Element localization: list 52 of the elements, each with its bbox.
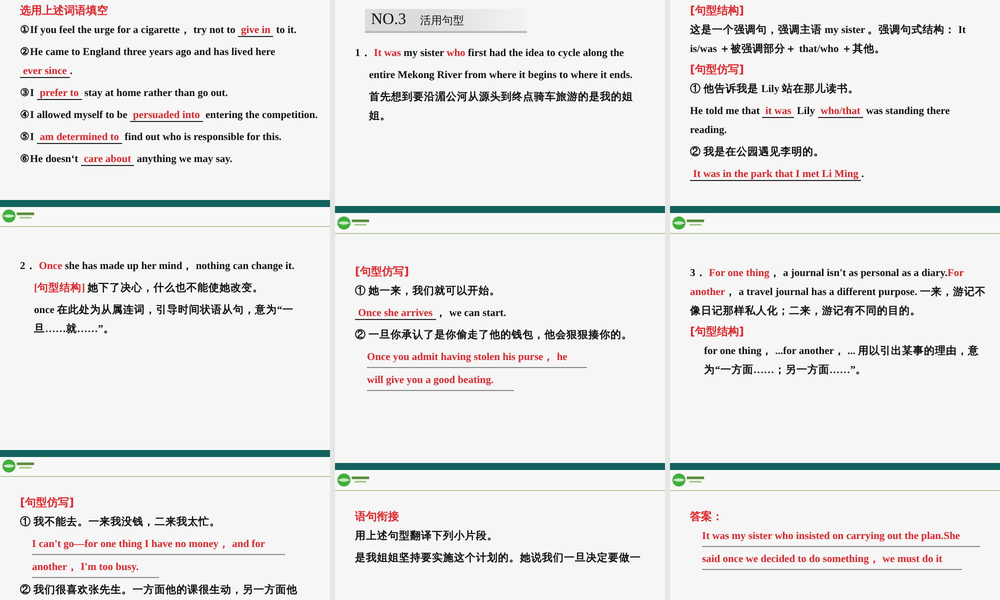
paragraph: 2． Once she has made up her mind， nothing can change it. (20, 260, 296, 274)
paragraph: ①If you feel the urge for a cigarette， try not to give in to it. (20, 24, 298, 39)
section-number: NO.3 (371, 11, 406, 29)
paragraph: ② 我是在公园遇见李明的。 (690, 145, 826, 160)
paragraph: ① 我不能去。一来我没钱，二来我太忙。 (20, 515, 222, 530)
paragraph: ② 我们很喜欢张先生。一方面他的课很生动，另一方面他 (20, 582, 299, 598)
paragraph: Once she arrives ， we can start. (355, 304, 653, 323)
paragraph: 这是一个强调句，强调主语 my sister 。强调句式结构： It is/was ＋被强调部分＋ that/who ＋其他。 (690, 22, 967, 57)
fill-in-line: am determined to (36, 132, 122, 144)
paragraph: ② 一旦你承认了是你偷走了他的钱包，他会狠狠揍你的。 (355, 328, 634, 343)
paragraph: 1． It was my sister who first had the idea to cycle along the (355, 47, 625, 61)
paragraph: [句型结构] 她下了决心，什么也不能使她改变。 (33, 280, 265, 296)
fill-in-line: it was (762, 106, 794, 118)
fill-in-line: who/that (818, 106, 864, 118)
answer-line: another， I'm too busy. (32, 558, 159, 578)
fill-in-line: care about (80, 154, 134, 166)
section-title: 活用句型 (420, 12, 464, 28)
paragraph: for one thing， ...for another， ... 用以引出某事的理由，意为“一方面……；另一方面……”。 (703, 344, 980, 378)
fill-in-line: persuaded into (130, 110, 203, 122)
heading: [句型结构] (690, 324, 746, 339)
paragraph: It was in the park that I met Li Ming . (690, 165, 988, 184)
fill-in-line: ever since (20, 66, 70, 78)
fill-in-line: prefer to (36, 88, 82, 100)
paragraph: 首先想到要沿湄公河从源头到终点骑车旅游的是我的姐姐。 (368, 90, 634, 124)
paragraph: once 在此处为从属连词，引导时间状语从句，意为“一旦……就……”。 (33, 303, 294, 337)
fill-in-line: It was in the park that I met Li Ming (690, 169, 862, 181)
paragraph: 是我姐姐坚持要实施这个计划的。她说我们一旦决定要做一 (355, 550, 642, 566)
paragraph: ②He came to England three years ago and has lived here ever since . (20, 46, 276, 80)
paragraph: ⑥He doesn‘t care about anything we may say. (20, 153, 234, 168)
heading: [句型仿写] (20, 494, 76, 510)
paragraph: ⑤I am determined to find out who is responsible for this. (20, 131, 283, 146)
answer-line: I can't go—for one thing I have no money， and for (32, 534, 286, 555)
heading: 选用上述词语填空 (20, 3, 109, 18)
paragraph: He told me that it was Lily who/that was standing there reading. (690, 105, 951, 138)
fill-in-line: Once she arrives (355, 308, 436, 320)
paragraph: ④I allowed myself to be persuaded into entering the competition. (20, 109, 318, 124)
paragraph: ① 她一来，我们就可以开始。 (355, 284, 502, 299)
answer-line: will give you a good beating. (367, 371, 514, 391)
paragraph: 用上述句型翻译下列小片段。 (355, 529, 499, 544)
answer-line: said once we decided to do something， we must do it (702, 550, 962, 570)
paragraph: entire Mekong River from where it begins to where it ends. (368, 69, 634, 83)
answer-line: It was my sister who insisted on carrying out the plan.She (702, 527, 980, 547)
paragraph: ① 他告诉我是 Lily 站在那儿读书。 (690, 82, 860, 97)
heading: [句型仿写] (690, 62, 746, 77)
heading: [句型结构] (690, 3, 746, 18)
fill-in-line: give in (238, 25, 274, 37)
heading: [句型仿写] (355, 264, 410, 279)
heading: 答案： (690, 509, 724, 524)
answer-line: Once you admit having stolen his purse， he (367, 348, 588, 368)
paragraph: ③I prefer to stay at home rather than go out. (20, 87, 229, 102)
paragraph: 3． For one thing， a journal isn't as personal as a diary.For another， a travel journal has a different purpose. 一来，游记不像日记那样私人化；二来，游记有不同的目的。 (690, 267, 987, 319)
heading: 语句衔接 (355, 509, 400, 524)
